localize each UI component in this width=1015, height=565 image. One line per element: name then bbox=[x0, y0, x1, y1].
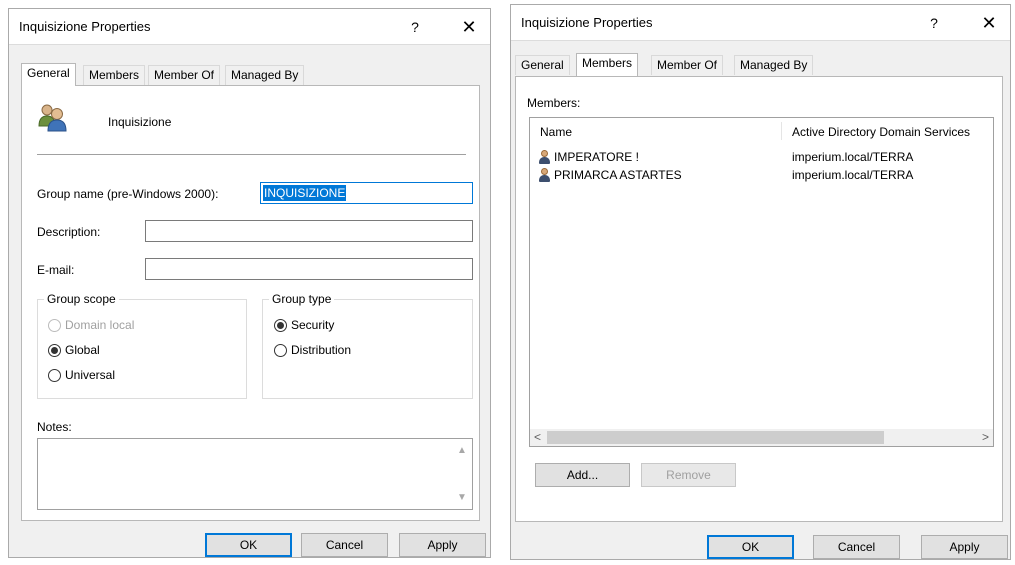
window-title: Inquisizione Properties bbox=[19, 19, 151, 34]
add-button[interactable]: Add... bbox=[535, 463, 630, 487]
member-name: PRIMARCA ASTARTES bbox=[554, 168, 682, 182]
help-button[interactable]: ? bbox=[392, 9, 438, 45]
type-security-radio[interactable] bbox=[274, 318, 287, 332]
list-item[interactable]: PRIMARCA ASTARTES imperium.local/TERRA bbox=[538, 166, 989, 184]
tab-general[interactable]: General bbox=[21, 63, 76, 86]
list-item[interactable]: IMPERATORE ! imperium.local/TERRA bbox=[538, 148, 989, 166]
type-distribution-label: Distribution bbox=[291, 343, 352, 357]
help-button[interactable]: ? bbox=[911, 5, 957, 41]
tab-member-of[interactable]: Member Of bbox=[148, 65, 221, 85]
cancel-button[interactable]: Cancel bbox=[813, 535, 900, 559]
window-title: Inquisizione Properties bbox=[521, 15, 653, 30]
description-input[interactable] bbox=[145, 220, 473, 242]
tab-members[interactable]: Members bbox=[83, 65, 146, 85]
scrollbar-thumb[interactable] bbox=[547, 431, 884, 444]
title-bar: Inquisizione Properties ? ✕ bbox=[511, 5, 1010, 41]
group-name-input[interactable]: INQUISIZIONE bbox=[260, 182, 473, 204]
scope-universal-radio[interactable] bbox=[48, 368, 61, 382]
column-header-name[interactable]: Name bbox=[540, 125, 572, 139]
type-security-label: Security bbox=[291, 318, 335, 332]
scroll-left-icon[interactable]: < bbox=[534, 429, 541, 446]
type-distribution-radio[interactable] bbox=[274, 343, 287, 357]
column-divider[interactable] bbox=[781, 122, 782, 140]
column-header-folder[interactable]: Active Directory Domain Services bbox=[792, 125, 970, 139]
remove-button[interactable]: Remove bbox=[641, 463, 736, 487]
scope-global-radio[interactable] bbox=[48, 343, 61, 357]
scope-universal-label: Universal bbox=[65, 368, 116, 382]
general-panel: Inquisizione Group name (pre-Windows 200… bbox=[21, 85, 480, 521]
ok-button[interactable]: OK bbox=[205, 533, 292, 557]
horizontal-scrollbar[interactable]: < > bbox=[530, 429, 993, 446]
tab-members[interactable]: Members bbox=[576, 53, 639, 76]
scope-domain-local-label: Domain local bbox=[65, 318, 135, 332]
tab-managed-by[interactable]: Managed By bbox=[225, 65, 305, 85]
email-label: E-mail: bbox=[37, 263, 75, 277]
scope-universal-option[interactable]: Universal bbox=[48, 368, 115, 382]
notes-scroll-up-icon[interactable]: ▲ bbox=[456, 445, 468, 456]
close-button[interactable]: ✕ bbox=[966, 5, 1012, 41]
type-distribution-option[interactable]: Distribution bbox=[274, 343, 351, 357]
group-name-value: INQUISIZIONE bbox=[263, 185, 347, 201]
scope-domain-local-option[interactable]: Domain local bbox=[48, 318, 134, 332]
scope-global-option[interactable]: Global bbox=[48, 343, 100, 357]
tab-strip: General Members Member Of Managed By bbox=[21, 63, 321, 86]
member-name: IMPERATORE ! bbox=[554, 150, 639, 164]
type-security-option[interactable]: Security bbox=[274, 318, 334, 332]
apply-button[interactable]: Apply bbox=[921, 535, 1008, 559]
separator bbox=[37, 154, 466, 155]
description-label: Description: bbox=[37, 225, 101, 239]
members-panel: Members: Name Active Directory Domain Se… bbox=[515, 76, 1003, 522]
properties-dialog-members: Inquisizione Properties ? ✕ General Memb… bbox=[510, 4, 1011, 560]
scroll-right-icon[interactable]: > bbox=[982, 429, 989, 446]
apply-button[interactable]: Apply bbox=[399, 533, 486, 557]
email-input[interactable] bbox=[145, 258, 473, 280]
title-bar: Inquisizione Properties ? ✕ bbox=[9, 9, 490, 45]
user-icon bbox=[538, 168, 550, 182]
tab-general[interactable]: General bbox=[515, 55, 570, 75]
notes-textarea[interactable]: ▲ ▼ bbox=[37, 438, 473, 510]
group-scope-legend: Group scope bbox=[47, 292, 116, 306]
member-folder: imperium.local/TERRA bbox=[792, 150, 914, 164]
close-button[interactable]: ✕ bbox=[446, 9, 492, 45]
scope-domain-local-radio[interactable] bbox=[48, 318, 61, 332]
members-list[interactable]: Name Active Directory Domain Services IM… bbox=[529, 117, 994, 447]
tab-managed-by[interactable]: Managed By bbox=[734, 55, 814, 75]
tab-member-of[interactable]: Member Of bbox=[651, 55, 724, 75]
user-icon bbox=[538, 150, 550, 164]
members-label: Members: bbox=[527, 96, 581, 110]
group-icon bbox=[38, 104, 67, 132]
cancel-button[interactable]: Cancel bbox=[301, 533, 388, 557]
scope-global-label: Global bbox=[65, 343, 100, 357]
properties-dialog-general: Inquisizione Properties ? ✕ General Memb… bbox=[8, 8, 491, 558]
member-folder: imperium.local/TERRA bbox=[792, 168, 914, 182]
group-type-legend: Group type bbox=[272, 292, 332, 306]
tab-strip: General Members Member Of Managed By bbox=[515, 53, 835, 76]
notes-scroll-down-icon[interactable]: ▼ bbox=[456, 492, 468, 503]
group-display-name: Inquisizione bbox=[108, 115, 172, 129]
group-name-label: Group name (pre-Windows 2000): bbox=[37, 187, 219, 201]
list-header: Name Active Directory Domain Services bbox=[530, 118, 993, 142]
ok-button[interactable]: OK bbox=[707, 535, 794, 559]
notes-label: Notes: bbox=[37, 420, 72, 434]
